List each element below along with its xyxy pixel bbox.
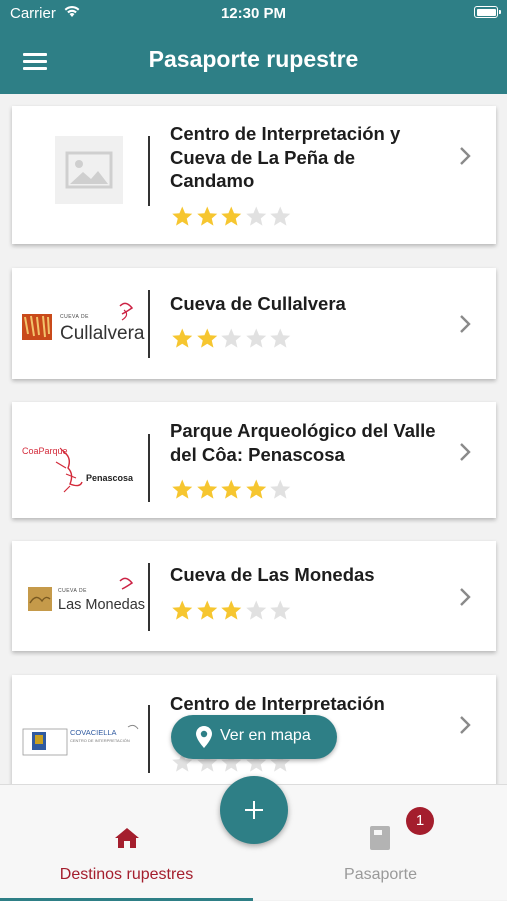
notification-badge: 1 — [406, 807, 434, 835]
cullalvera-logo: CUEVA DE Cullalvera — [22, 268, 148, 379]
star-filled-icon — [172, 206, 193, 226]
chevron-right-icon — [460, 443, 471, 461]
home-icon — [115, 828, 139, 848]
status-bar: Carrier 12:30 PM — [0, 0, 507, 28]
logo-text: COVACIELLA — [70, 728, 117, 737]
star-empty-icon — [270, 600, 291, 620]
star-empty-icon — [221, 328, 242, 348]
star-filled-icon — [172, 600, 193, 620]
star-empty-icon — [245, 206, 266, 226]
star-empty-icon — [245, 600, 266, 620]
destination-name: Cueva de Cullalvera — [170, 293, 346, 314]
star-filled-icon — [196, 206, 217, 226]
clock: 12:30 PM — [220, 5, 287, 22]
covaciella-logo: COVACIELLA CENTRO DE INTERPRETACIÓN — [22, 675, 148, 784]
view-map-label: Ver en mapa — [220, 727, 311, 744]
star-filled-icon — [196, 479, 217, 499]
destination-name: Parque Arqueológico del Valle del Côa: P… — [170, 420, 436, 465]
placeholder-image-icon — [55, 136, 123, 204]
chevron-right-icon — [460, 716, 471, 734]
view-map-button[interactable]: Ver en mapa — [171, 715, 337, 759]
destination-card[interactable]: Centro de Interpretación y Cueva de La P… — [12, 106, 496, 244]
destinations-list[interactable]: Centro de Interpretación y Cueva de La P… — [0, 94, 507, 784]
divider — [148, 290, 150, 358]
logo-text: Cullalvera — [60, 323, 145, 344]
tab-destinos-rupestres[interactable]: Destinos rupestres — [0, 785, 253, 901]
star-empty-icon — [270, 479, 291, 499]
destination-card[interactable]: CoaParque Penascosa Parque Arqueológico … — [12, 402, 496, 518]
star-filled-icon — [196, 328, 217, 348]
logo-caption: CoaParque — [22, 446, 68, 456]
star-filled-icon — [245, 479, 266, 499]
battery-icon — [474, 6, 501, 18]
logo-caption: CUEVA DE — [58, 588, 87, 594]
chevron-right-icon — [460, 315, 471, 333]
divider — [148, 705, 150, 773]
tab-label: Pasaporte — [344, 866, 417, 883]
destination-name: Cueva de Las Monedas — [170, 564, 375, 585]
star-filled-icon — [221, 479, 242, 499]
add-button[interactable] — [220, 776, 288, 844]
page-title: Pasaporte rupestre — [148, 46, 359, 72]
divider — [148, 136, 150, 206]
logo-text: Penascosa — [86, 473, 134, 483]
star-rating — [170, 599, 293, 623]
destination-logo — [22, 106, 148, 244]
logo-text: Las Monedas — [58, 597, 146, 613]
tab-label: Destinos rupestres — [59, 866, 194, 883]
destination-card[interactable]: CUEVA DE Las Monedas Cueva de Las Moneda… — [12, 541, 496, 651]
destination-name: Centro de Interpretación y Cueva de La P… — [170, 123, 401, 191]
tab-pasaporte[interactable]: Pasaporte — [254, 785, 507, 901]
chevron-right-icon — [460, 147, 471, 165]
star-rating — [170, 205, 293, 229]
divider — [148, 434, 150, 502]
star-filled-icon — [221, 600, 242, 620]
map-pin-icon — [196, 726, 212, 748]
app-header: Pasaporte rupestre — [0, 28, 507, 94]
star-filled-icon — [196, 600, 217, 620]
star-empty-icon — [270, 328, 291, 348]
star-filled-icon — [172, 479, 193, 499]
star-filled-icon — [221, 206, 242, 226]
las-monedas-logo: CUEVA DE Las Monedas — [22, 541, 148, 651]
chevron-right-icon — [460, 588, 471, 606]
destination-name: Centro de Interpretación — [170, 693, 385, 714]
star-empty-icon — [245, 328, 266, 348]
divider — [148, 563, 150, 631]
coaparque-logo: CoaParque Penascosa — [22, 402, 148, 518]
star-filled-icon — [172, 328, 193, 348]
star-rating — [170, 478, 293, 502]
star-rating — [170, 327, 293, 351]
logo-caption: CUEVA DE — [60, 314, 89, 320]
logo-caption: CENTRO DE INTERPRETACIÓN — [70, 738, 130, 743]
book-icon — [370, 826, 390, 850]
destination-card[interactable]: CUEVA DE Cullalvera Cueva de Cullalvera — [12, 268, 496, 379]
star-empty-icon — [270, 206, 291, 226]
